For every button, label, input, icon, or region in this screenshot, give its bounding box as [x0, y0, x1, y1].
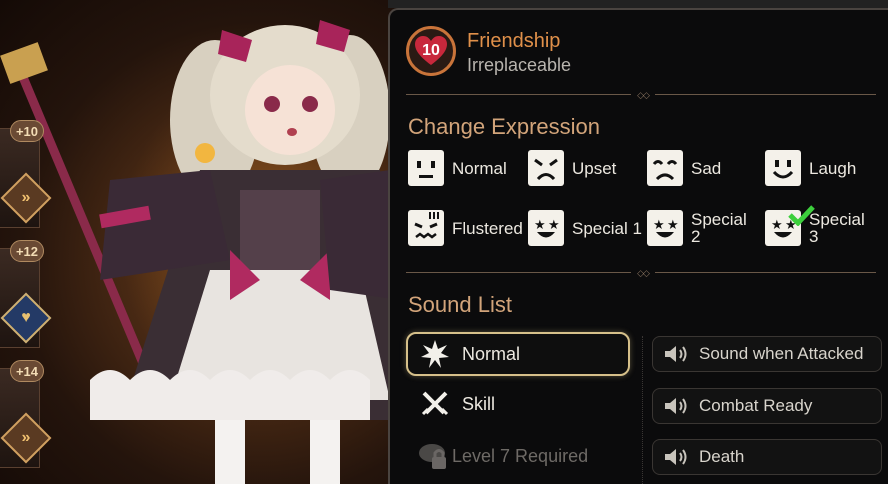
- side-card[interactable]: +12 ♥: [0, 240, 52, 352]
- crossed-swords-icon: [420, 389, 450, 419]
- sound-skill-button[interactable]: Skill: [420, 386, 495, 422]
- sound-combat-ready-button[interactable]: Combat Ready: [652, 388, 882, 424]
- sound-label: Skill: [462, 393, 496, 414]
- sound-normal-button[interactable]: Normal: [406, 332, 630, 376]
- side-card-level: +12: [10, 240, 44, 262]
- expression-label: Flustered: [452, 218, 523, 238]
- expression-label: Upset: [572, 158, 617, 178]
- expression-label: Special 1: [572, 218, 642, 238]
- face-normal-icon: [408, 150, 444, 186]
- face-upset-icon: [528, 150, 564, 186]
- sound-label: Level 7 Required: [452, 445, 589, 466]
- side-card-list: +10 » +12 ♥ +14 »: [0, 120, 52, 480]
- friendship-title: Friendship: [467, 30, 561, 52]
- side-card-level: +14: [10, 360, 44, 382]
- expression-normal[interactable]: Normal: [408, 150, 507, 186]
- side-card-level: +10: [10, 120, 44, 142]
- sound-locked-button: Level 7 Required: [418, 438, 588, 474]
- expression-sad[interactable]: Sad: [647, 150, 721, 186]
- face-laugh-icon: [765, 150, 801, 186]
- sound-label: Sound when Attacked: [699, 344, 864, 363]
- expression-laugh[interactable]: Laugh: [765, 150, 856, 186]
- sound-attacked-button[interactable]: Sound when Attacked: [652, 336, 882, 372]
- expression-special-3[interactable]: ★ ★ Special 3: [765, 205, 869, 246]
- expression-flustered[interactable]: Flustered: [408, 210, 523, 246]
- face-flustered-icon: [408, 210, 444, 246]
- sound-label: Normal: [462, 343, 521, 364]
- svg-text:★: ★: [548, 217, 560, 232]
- expression-label: Special 3: [809, 210, 865, 246]
- ornament-divider: ◇◇: [406, 90, 876, 100]
- face-special-icon: ★ ★: [528, 210, 564, 246]
- side-card[interactable]: +14 »: [0, 360, 52, 472]
- expression-upset[interactable]: Upset: [528, 150, 616, 186]
- face-special-icon: ★ ★: [647, 210, 683, 246]
- friendship-level-number: 10: [422, 42, 440, 59]
- friendship-subtitle: Irreplaceable: [467, 55, 572, 75]
- expression-label: Normal: [452, 158, 507, 178]
- sound-label: Death: [699, 447, 745, 466]
- expression-panel: 10 Friendship Irreplaceable ◇◇ Change Ex…: [388, 8, 888, 484]
- lock-icon: [418, 441, 448, 471]
- checkmark-icon: [788, 205, 815, 226]
- expression-label: Laugh: [809, 158, 857, 178]
- speaker-icon: [663, 447, 691, 467]
- svg-text:★: ★: [534, 217, 546, 232]
- speaker-icon: [663, 396, 691, 416]
- sound-list-title: Sound List: [408, 292, 512, 317]
- burst-icon: [420, 339, 450, 369]
- expression-label: Special 2: [691, 210, 747, 246]
- side-card[interactable]: +10 »: [0, 120, 52, 232]
- change-expression-title: Change Expression: [408, 114, 601, 139]
- character-artwork: +10 » +12 ♥ +14 »: [0, 0, 400, 484]
- expression-label: Sad: [691, 158, 722, 178]
- top-strip: [388, 0, 888, 8]
- face-sad-icon: [647, 150, 683, 186]
- sound-column-separator: [642, 336, 643, 484]
- heart-icon: 10: [414, 35, 448, 67]
- svg-text:★: ★: [771, 217, 783, 232]
- sound-label: Combat Ready: [699, 396, 813, 415]
- sound-death-button[interactable]: Death: [652, 439, 882, 475]
- speaker-icon: [663, 344, 691, 364]
- expression-special-1[interactable]: ★ ★ Special 1: [528, 210, 642, 246]
- ornament-divider: ◇◇: [406, 268, 876, 278]
- character-illustration: [0, 20, 400, 484]
- friendship-level-badge: 10: [406, 26, 456, 76]
- svg-text:★: ★: [653, 217, 665, 232]
- expression-special-2[interactable]: ★ ★ Special 2: [647, 210, 751, 246]
- svg-text:★: ★: [667, 217, 679, 232]
